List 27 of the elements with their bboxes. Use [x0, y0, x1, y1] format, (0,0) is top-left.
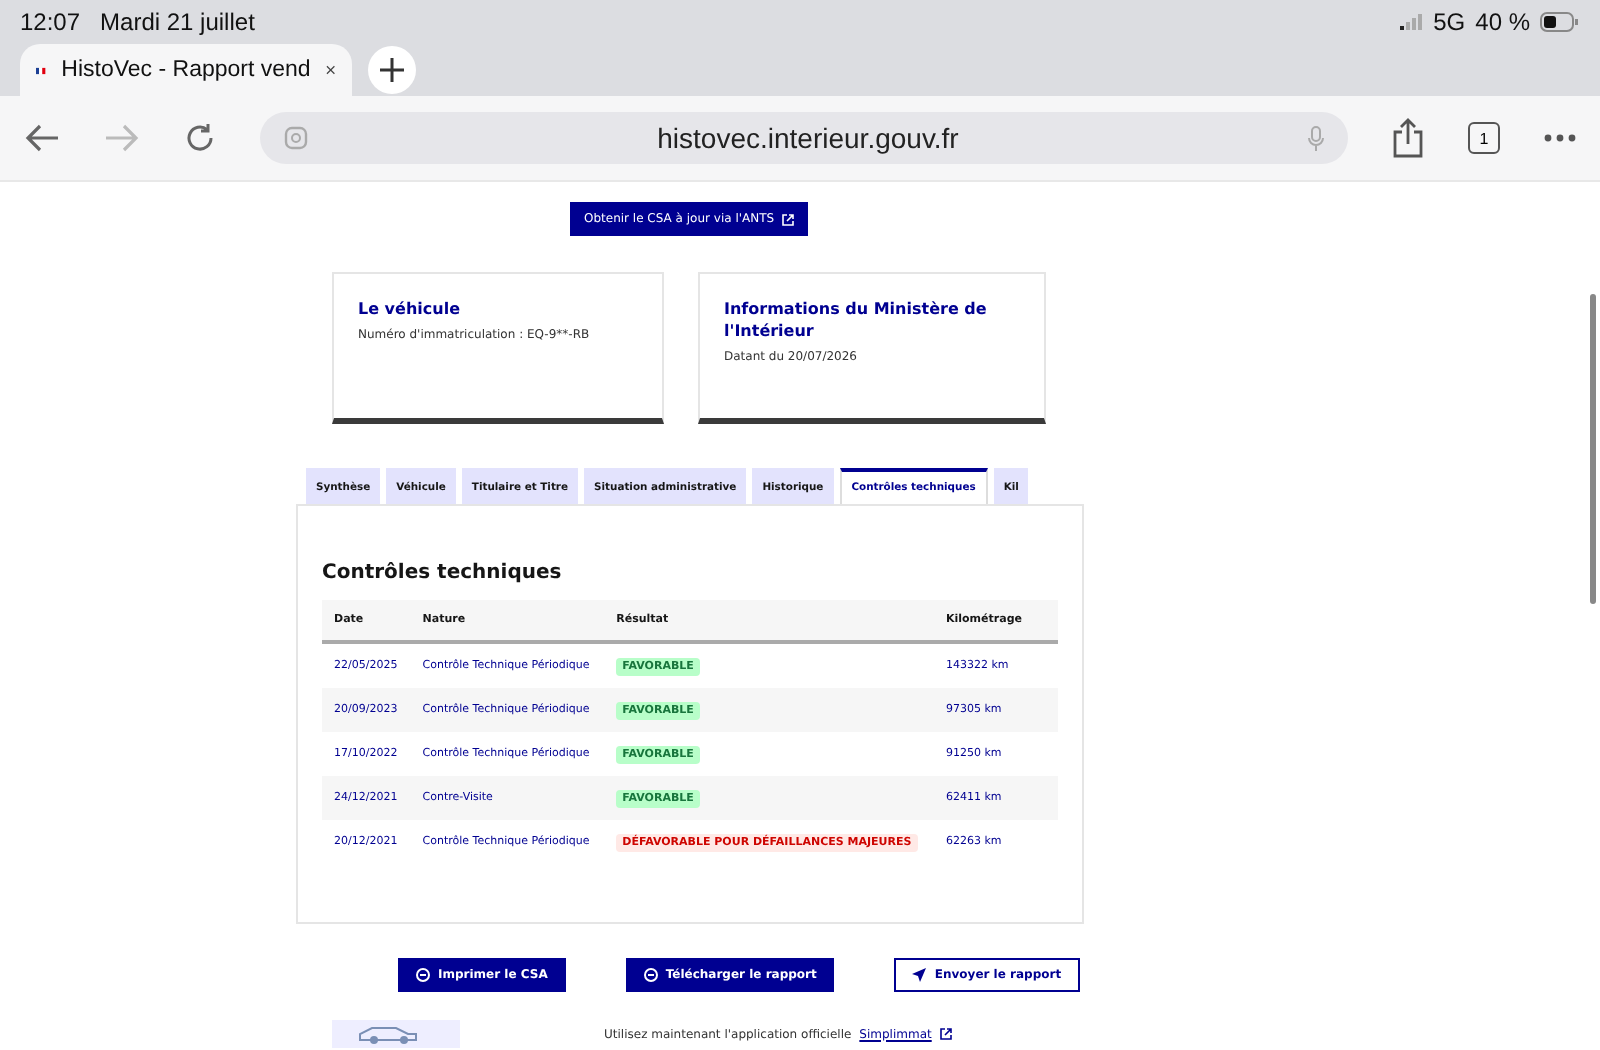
tab-count-button[interactable]: 1: [1468, 122, 1500, 154]
external-link-icon: [939, 1028, 952, 1040]
network-label: 5G: [1433, 8, 1466, 36]
send-icon: [912, 968, 927, 982]
back-icon[interactable]: [24, 124, 60, 152]
address-bar[interactable]: histovec.interieur.gouv.fr: [260, 112, 1348, 164]
plus-icon: [380, 58, 404, 82]
card-title: Le véhicule: [358, 298, 462, 320]
browser-tab[interactable]: HistoVec - Rapport vend: [20, 44, 352, 96]
share-icon[interactable]: [1392, 118, 1424, 158]
section-heading: Contrôles techniques: [322, 562, 564, 584]
card-title: Informations du Ministère de l'Intérieur: [724, 298, 989, 342]
date: Mardi 21 juillet: [100, 8, 255, 36]
signal-icon: [1399, 14, 1424, 30]
flag-icon: [36, 63, 46, 77]
car-illustration: [332, 1020, 460, 1048]
clock: 12:07: [20, 8, 81, 36]
scrollbar[interactable]: [1590, 294, 1596, 604]
external-link-icon: [782, 213, 795, 225]
new-tab-button[interactable]: [368, 46, 416, 94]
camera-icon: [284, 126, 308, 150]
reload-icon[interactable]: [184, 122, 216, 154]
battery-icon: [1540, 12, 1580, 32]
tab-title: HistoVec - Rapport vend: [61, 58, 311, 82]
battery-percent: 40 %: [1475, 8, 1530, 36]
close-icon[interactable]: [326, 60, 336, 80]
more-icon[interactable]: [1544, 134, 1576, 142]
